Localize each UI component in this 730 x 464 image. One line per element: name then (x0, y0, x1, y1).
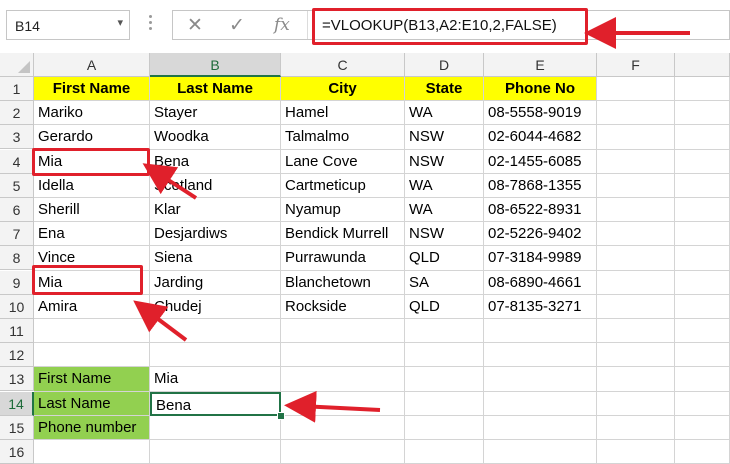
arrow-to-row9 (133, 300, 188, 342)
arrow-to-result (284, 390, 381, 423)
annotation-arrows (133, 17, 690, 423)
arrow-to-row4 (142, 163, 198, 200)
